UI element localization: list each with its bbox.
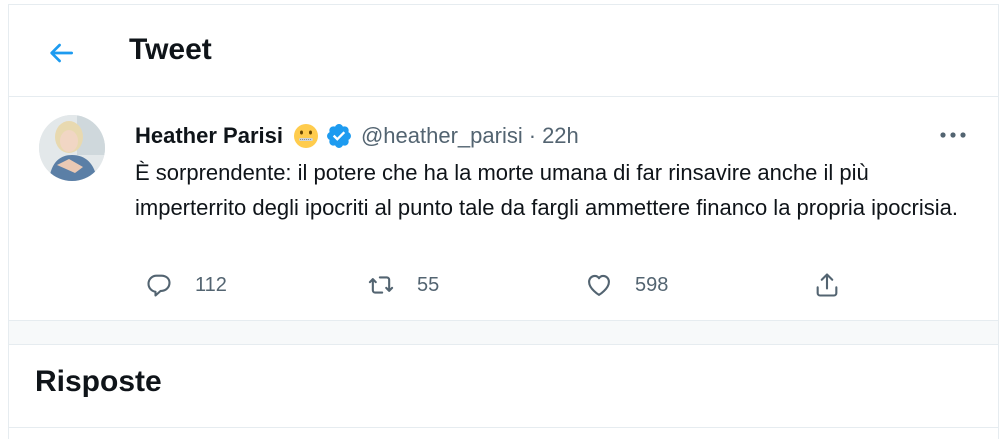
reply-count: 112 — [195, 273, 227, 296]
tweet-card[interactable]: Heather Parisi @heather_parisi · 22h È s… — [9, 97, 998, 321]
replies-heading: Risposte — [35, 365, 162, 398]
separator-dot: · — [528, 123, 537, 148]
author-handle[interactable]: @heather_parisi — [361, 123, 523, 149]
zipper-mouth-face-icon — [293, 124, 318, 148]
tweet-author-line: Heather Parisi @heather_parisi · 22h — [135, 119, 579, 153]
share-button[interactable] — [813, 267, 841, 303]
avatar-photo — [39, 115, 105, 181]
tweet-actions: 112 55 598 — [135, 267, 838, 303]
reply-icon — [147, 274, 171, 297]
like-button[interactable]: 598 — [585, 267, 668, 303]
retweet-count: 55 — [417, 273, 440, 296]
verified-badge-icon — [327, 124, 351, 148]
more-horizontal-icon — [940, 132, 966, 138]
more-options-button[interactable] — [938, 123, 968, 147]
section-divider — [9, 321, 998, 345]
page-header: Tweet — [9, 5, 998, 97]
avatar[interactable] — [39, 115, 105, 181]
arrow-left-icon — [50, 43, 73, 63]
back-button[interactable] — [45, 37, 77, 69]
tweet-timestamp[interactable]: 22h — [542, 123, 579, 149]
retweet-button[interactable]: 55 — [367, 267, 439, 303]
author-name[interactable]: Heather Parisi — [135, 123, 283, 149]
tweet-text: È sorprendente: il potere che ha la mort… — [135, 160, 958, 220]
retweet-icon — [368, 276, 394, 294]
like-count: 598 — [635, 273, 669, 296]
heart-icon — [588, 274, 610, 296]
replies-divider — [9, 427, 998, 428]
reply-button[interactable]: 112 — [145, 267, 227, 303]
page-title: Tweet — [129, 33, 212, 66]
tweet-page: Tweet Heather Parisi @heather_parisi · 2… — [8, 4, 999, 439]
share-icon — [816, 273, 838, 297]
